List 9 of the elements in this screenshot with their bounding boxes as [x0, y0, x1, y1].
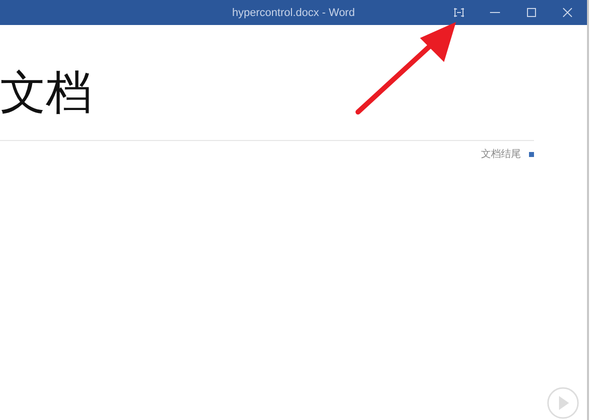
bracket-icon	[454, 8, 464, 17]
close-icon	[562, 8, 572, 17]
minimize-icon	[490, 12, 500, 13]
maximize-icon	[526, 8, 536, 17]
end-marker-icon	[529, 152, 534, 157]
document-heading: 文档	[0, 65, 92, 120]
document-end-label: 文档结尾	[481, 148, 521, 162]
window-title: hypercontrol.docx - Word	[232, 6, 355, 18]
play-icon	[546, 386, 580, 420]
